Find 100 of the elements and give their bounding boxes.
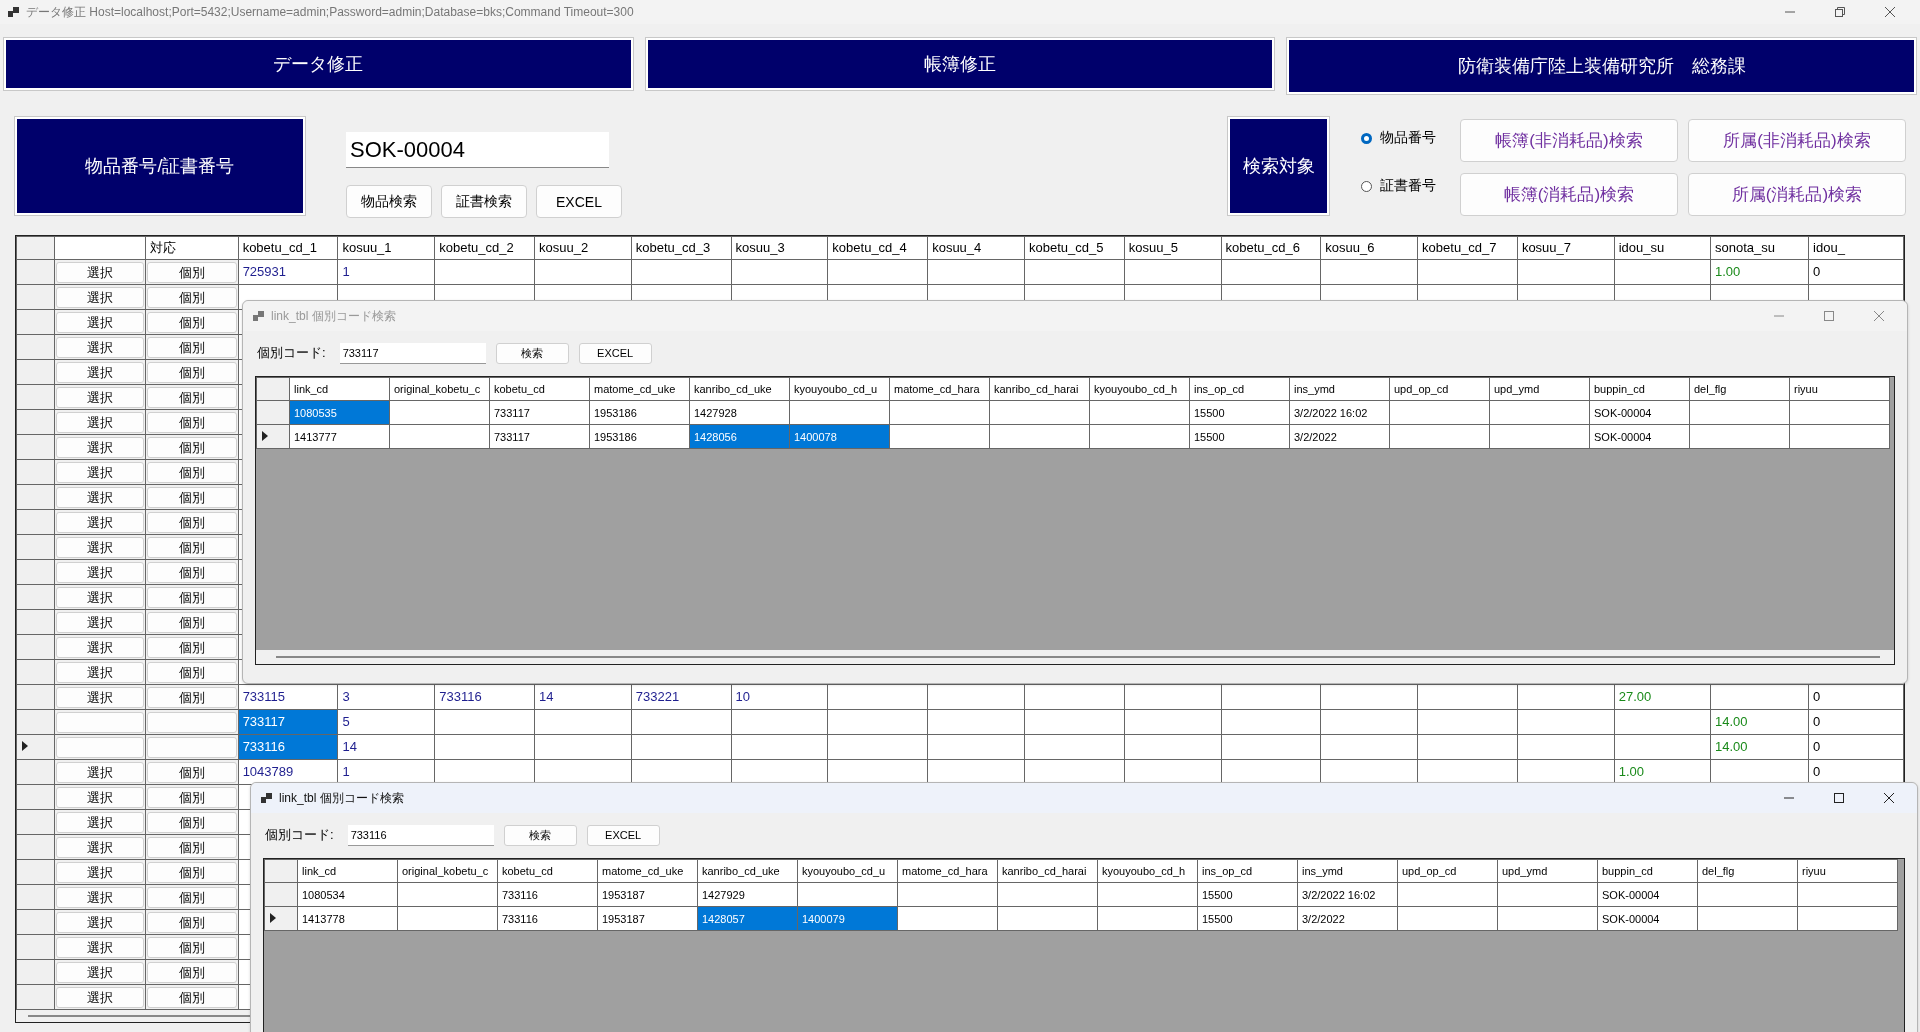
row-button[interactable]: 個別	[147, 261, 237, 283]
row-button[interactable]: 個別	[147, 461, 237, 483]
row-button[interactable]: 選択	[55, 661, 145, 683]
row-button[interactable]: 個別	[147, 286, 237, 308]
code-field[interactable]: 733116	[347, 824, 494, 846]
search-button[interactable]: 所属(非消耗品)検索	[1688, 119, 1906, 162]
close-icon[interactable]	[1884, 793, 1894, 803]
row-button[interactable]: 選択	[55, 411, 145, 433]
radio-option[interactable]: 物品番号	[1361, 129, 1436, 147]
search-button[interactable]: 証書検索	[441, 185, 527, 218]
row-button[interactable]: 選択	[55, 586, 145, 608]
row-button[interactable]: 個別	[147, 386, 237, 408]
row-button[interactable]: 個別	[147, 961, 237, 983]
close-icon[interactable]	[1885, 7, 1895, 17]
row-button[interactable]: 選択	[55, 261, 145, 283]
row-button[interactable]: 選択	[55, 686, 145, 708]
row-button[interactable]: 選択	[55, 336, 145, 358]
dialog-button[interactable]: 検索	[495, 342, 569, 364]
row-button[interactable]: 選択	[55, 561, 145, 583]
dialog-button[interactable]: EXCEL	[578, 342, 652, 364]
row-button[interactable]: 個別	[147, 886, 237, 908]
item-number-field[interactable]: SOK-00004	[346, 132, 609, 168]
row-button[interactable]: 個別	[147, 411, 237, 433]
row-button[interactable]: 選択	[55, 886, 145, 908]
search-button[interactable]: 帳簿(消耗品)検索	[1460, 173, 1678, 216]
row-button[interactable]: 選択	[55, 811, 145, 833]
table-cell: 15500	[1189, 400, 1290, 425]
maximize-icon[interactable]	[1834, 793, 1844, 803]
row-button[interactable]: 選択	[55, 636, 145, 658]
row-button[interactable]: 選択	[55, 436, 145, 458]
row-button[interactable]: 選択	[55, 486, 145, 508]
row-button[interactable]: 個別	[147, 561, 237, 583]
row-button[interactable]: 個別	[147, 786, 237, 808]
search-button[interactable]: 帳簿(非消耗品)検索	[1460, 119, 1678, 162]
search-button[interactable]: EXCEL	[536, 185, 622, 218]
row-button[interactable]: 個別	[147, 361, 237, 383]
row-button[interactable]: 個別	[147, 586, 237, 608]
row-button[interactable]: 選択	[55, 761, 145, 783]
row-button[interactable]: 選択	[55, 911, 145, 933]
restore-icon[interactable]	[1835, 7, 1845, 17]
row-button[interactable]: 個別	[147, 486, 237, 508]
scrollbar-thumb[interactable]	[276, 656, 1880, 658]
table-cell: 733116	[238, 734, 338, 760]
row-button[interactable]: 選択	[55, 361, 145, 383]
column-header: kanribo_cd_uke	[697, 859, 798, 883]
row-button[interactable]: 個別	[147, 686, 237, 708]
column-header: link_cd	[289, 377, 390, 401]
table-cell: 0	[1808, 734, 1904, 760]
row-button[interactable]: 個別	[147, 636, 237, 658]
row-button[interactable]: 選択	[55, 311, 145, 333]
nav-button[interactable]: 帳簿修正	[645, 38, 1275, 90]
nav-button[interactable]: データ修正	[4, 38, 633, 90]
row-button[interactable]: 選択	[55, 611, 145, 633]
row-button[interactable]: 個別	[147, 661, 237, 683]
row-button[interactable]: 選択	[55, 786, 145, 808]
table-cell: 14.00	[1710, 709, 1809, 735]
row-button[interactable]: 個別	[147, 836, 237, 858]
radio-option[interactable]: 証書番号	[1361, 177, 1436, 195]
column-header: upd_ymd	[1489, 377, 1590, 401]
row-button[interactable]: 選択	[55, 961, 145, 983]
row-button[interactable]: 個別	[147, 311, 237, 333]
column-header: kobetu_cd_7	[1417, 236, 1518, 260]
row-button[interactable]: 選択	[55, 936, 145, 958]
table-cell: SOK-00004	[1597, 906, 1698, 931]
row-button[interactable]: 個別	[147, 936, 237, 958]
row-button[interactable]: 選択	[55, 836, 145, 858]
row-button[interactable]: 選択	[55, 386, 145, 408]
row-button[interactable]: 個別	[147, 911, 237, 933]
table-cell: 1400078	[789, 424, 890, 449]
search-button[interactable]: 物品検索	[346, 185, 432, 218]
column-header: kanribo_cd_uke	[689, 377, 790, 401]
row-button[interactable]: 個別	[147, 811, 237, 833]
row-button[interactable]: 選択	[55, 511, 145, 533]
row-button[interactable]: 個別	[147, 336, 237, 358]
row-button[interactable]: 個別	[147, 611, 237, 633]
row-button[interactable]: 選択	[55, 536, 145, 558]
row-button[interactable]: 個別	[147, 861, 237, 883]
row-button[interactable]: 個別	[147, 511, 237, 533]
row-button[interactable]: 個別	[147, 986, 237, 1008]
column-header: kosuu_7	[1517, 236, 1615, 260]
row-button[interactable]: 選択	[55, 986, 145, 1008]
row-button[interactable]: 個別	[147, 536, 237, 558]
row-button[interactable]: 選択	[55, 861, 145, 883]
row-button[interactable]: 個別	[147, 761, 237, 783]
table-cell: 1953186	[589, 424, 690, 449]
dialog-button[interactable]: EXCEL	[586, 824, 660, 846]
search-button[interactable]: 所属(消耗品)検索	[1688, 173, 1906, 216]
row-button[interactable]: 個別	[147, 436, 237, 458]
dialog-button[interactable]: 検索	[503, 824, 577, 846]
column-header: kobetu_cd_4	[827, 236, 928, 260]
table-cell: 1400079	[797, 906, 898, 931]
table-cell: 15500	[1197, 882, 1298, 907]
row-button[interactable]: 選択	[55, 286, 145, 308]
column-header: kobetu_cd_1	[238, 236, 338, 260]
column-header: kyouyoubo_cd_u	[789, 377, 890, 401]
code-field[interactable]: 733117	[339, 342, 486, 364]
column-header: kobetu_cd_2	[434, 236, 535, 260]
column-header: upd_op_cd	[1389, 377, 1490, 401]
table-cell: 733116	[497, 906, 598, 931]
row-button[interactable]: 選択	[55, 461, 145, 483]
